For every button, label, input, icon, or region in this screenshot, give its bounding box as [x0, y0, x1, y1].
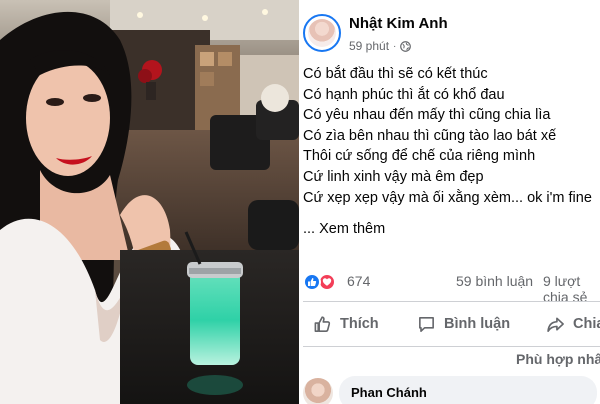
comment-sort-dropdown[interactable]: Phù hợp nhất	[516, 351, 600, 367]
divider	[303, 301, 600, 302]
post-header: Nhật Kim Anh 59 phút ·	[299, 10, 600, 60]
share-button[interactable]: Chia sẻ	[546, 311, 600, 337]
like-label: Thích	[340, 316, 379, 332]
comment-label: Bình luận	[444, 316, 511, 332]
reactions-bar: 674 59 bình luận 9 lượt chia sẻ	[303, 271, 600, 305]
post-message: Có bắt đầu thì sẽ có kết thúc Có hạnh ph…	[303, 64, 600, 208]
comment-icon	[419, 316, 434, 332]
reaction-icons[interactable]	[303, 273, 341, 291]
see-more-link[interactable]: ... Xem thêm	[303, 221, 385, 237]
post-line: Thôi cứ sống để chế của riêng mình	[303, 148, 536, 165]
post-actions: Thích Bình luận Chia sẻ	[299, 305, 600, 343]
share-icon	[547, 317, 564, 332]
author-avatar[interactable]	[303, 14, 341, 52]
comments-count[interactable]: 59 bình luận	[456, 273, 533, 289]
post-line: Cứ linh xinh vậy mà êm đẹp	[303, 168, 484, 185]
commenter-name[interactable]: Phan Chánh	[351, 385, 427, 400]
post-line: Có bắt đầu thì sẽ có kết thúc	[303, 66, 488, 82]
avatar-image	[308, 19, 336, 47]
like-icon	[303, 273, 321, 291]
post-photo[interactable]	[0, 0, 299, 404]
post-line: Có yêu nhau đến mấy thì cũng chia lìa	[303, 107, 551, 124]
post-line: Cứ xẹp xẹp vậy mà ối xằng xèm... ok i'm …	[303, 189, 592, 206]
facebook-post: Nhật Kim Anh 59 phút · Có bắt đầu thì sẽ…	[299, 0, 600, 404]
post-line: Có hạnh phúc thì ắt có khổ đau	[303, 86, 505, 103]
comment-button[interactable]: Bình luận	[417, 311, 510, 337]
post-photo-image	[0, 0, 299, 404]
like-button[interactable]: Thích	[313, 311, 379, 337]
post-line: Có zìa bên nhau thì cũng tào lao bát xế	[303, 127, 557, 144]
meta-separator: ·	[393, 40, 397, 52]
post-meta: 59 phút ·	[349, 39, 412, 53]
commenter-avatar[interactable]	[303, 378, 333, 404]
share-label: Chia sẻ	[573, 316, 600, 332]
comment-item: Phan Chánh	[299, 376, 600, 404]
comment-bubble: Phan Chánh	[339, 376, 597, 404]
reaction-count[interactable]: 674	[347, 273, 370, 289]
author-name[interactable]: Nhật Kim Anh	[349, 15, 448, 32]
thumbs-up-icon	[314, 315, 331, 332]
post-time[interactable]: 59 phút	[349, 39, 389, 53]
globe-icon[interactable]	[400, 40, 412, 52]
divider	[303, 346, 600, 347]
